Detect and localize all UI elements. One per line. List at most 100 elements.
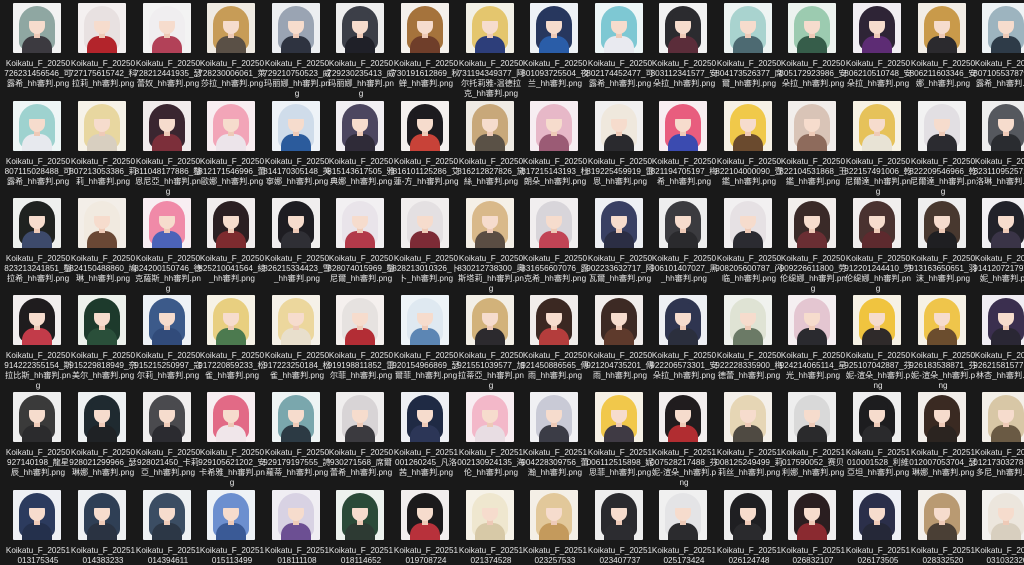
file-item[interactable]: Koikatu_F_20250929105621202_安卡希雅_hh審判.pn… (198, 392, 266, 488)
file-item[interactable]: Koikatu_F_20250928021450_卡莉亞_hh審判.png (134, 392, 202, 488)
file-item[interactable]: Koikatu_F_20250806210510748_安朵拉_hh審判.png (844, 3, 912, 99)
file-item[interactable]: Koikatu_F_20250926183538871_芬妮-渲朵_hh審判.p… (909, 295, 977, 391)
file-item[interactable]: Koikatu_F_20250909226611800_劳伦缇娜_hh審判.pn… (779, 198, 847, 294)
file-item[interactable]: Koikatu_F_20250821194705197_梅希_hh審判.png (650, 101, 718, 197)
file-item[interactable]: Koikatu_F_20251025173424 (650, 490, 718, 565)
file-item[interactable]: Koikatu_F_20251002130924135_海伦_hh審判.png (457, 392, 525, 488)
file-item[interactable]: Koikatu_F_20251026832107 (779, 490, 847, 565)
file-item[interactable]: Koikatu_F_20251012007053704_瑟琳娜_hh審判.png (909, 392, 977, 488)
file-item[interactable]: Koikatu_F_20251004228309756_蕾瀚_hh審判.png (521, 392, 589, 488)
file-item[interactable]: Koikatu_F_20250805172923986_安朵拉_hh審判.png (779, 3, 847, 99)
file-item[interactable]: Koikatu_F_20250807105537879_可露希_hh審判.png (973, 3, 1024, 99)
file-item[interactable]: Koikatu_F_20250807213053386_莉莉_hh審判.png (69, 101, 137, 197)
file-item[interactable]: Koikatu_F_20250915229818949_奈美尔_hh審判.png (69, 295, 137, 391)
file-item[interactable]: Koikatu_F_20250921551039577_加拉蒂亞_hh審判.pn… (457, 295, 525, 391)
file-item[interactable]: Koikatu_F_20250921450886565_傳雨_hh審判.png (521, 295, 589, 391)
file-item[interactable]: Koikatu_F_20250806211603346_安娜_hh審判.png (909, 3, 977, 99)
file-item[interactable]: Koikatu_F_20251028332520 (909, 490, 977, 565)
file-item[interactable]: Koikatu_F_20251010001528_利維亞坦_hh審判.png (844, 392, 912, 488)
file-item[interactable]: Koikatu_F_20250811048177886_鑿恩尼亞_hh審判.pn… (134, 101, 202, 197)
file-item[interactable]: Koikatu_F_20251015113499 (198, 490, 266, 565)
file-item[interactable]: Koikatu_F_20250922228335900_梅德蕾_hh審判.png (715, 295, 783, 391)
file-item[interactable]: Koikatu_F_20250727175615742_科拉莉_hh審判.png (69, 3, 137, 99)
file-item[interactable]: Koikatu_F_20250819225459919_雷恩_hh審判.png (586, 101, 654, 197)
file-item[interactable]: Koikatu_F_20251013175345 (4, 490, 72, 565)
file-item[interactable]: Koikatu_F_20250922206573301_安朵拉_hh審判.png (650, 295, 718, 391)
file-item[interactable]: Koikatu_F_20250826215334423_雪_hh審判.png (263, 198, 331, 294)
file-item[interactable]: Koikatu_F_20250921204735201_傳雨_hh審判.png (586, 295, 654, 391)
file-item[interactable]: Koikatu_F_20251026173505 (844, 490, 912, 565)
file-item[interactable]: Koikatu_F_20250731194349377_阿尔托莉雅-温德拉克_h… (457, 3, 525, 99)
file-item[interactable]: Koikatu_F_20250817215143193_杜朗朵_hh審判.png (521, 101, 589, 197)
file-item[interactable]: Koikatu_F_20250830212738300_奧斯塔莉_hh審判.pn… (457, 198, 525, 294)
file-item[interactable]: Koikatu_F_20250825210041564_綾_hh審判.png (198, 198, 266, 294)
file-item[interactable]: Koikatu_F_20250902233632717_阿瓦爾_hh審判.png (586, 198, 654, 294)
file-item[interactable]: Koikatu_F_20251031032320 (973, 490, 1024, 565)
file-item[interactable]: Koikatu_F_20251021374528 (457, 490, 525, 565)
file-name-label: Koikatu_F_20251018114652 (328, 546, 394, 565)
file-item[interactable]: Koikatu_F_20250812171546996_蕾歐娜_hh審判.png (198, 101, 266, 197)
file-item[interactable]: Koikatu_F_20251012173032783_曼多尼_hh審判.png (973, 392, 1024, 488)
file-name-label: Koikatu_F_20251014394611 (135, 546, 201, 565)
file-item[interactable]: Koikatu_F_20250823110952571_卡洛琳_hh審判.png (973, 101, 1024, 197)
file-item[interactable]: Koikatu_F_20250816101125286_艾蓮-方_hh審判.pn… (392, 101, 460, 197)
file-item[interactable]: Koikatu_F_20250729230235413_威玛丽娜_hh審判.pn… (327, 3, 395, 99)
file-item[interactable]: Koikatu_F_20251026124748 (715, 490, 783, 565)
file-item[interactable]: Koikatu_F_20250728212441935_瑟蕾奴_hh審判.png (134, 3, 202, 99)
file-item[interactable]: Koikatu_F_20250912201244410_劳伦缇娜_hh審判.pn… (844, 198, 912, 294)
file-item[interactable]: Koikatu_F_20250822104531868_王鑑_hh審判.png (779, 101, 847, 197)
file-item[interactable]: Koikatu_F_20250802174452477_可露希_hh審判.png (586, 3, 654, 99)
file-item[interactable]: Koikatu_F_20251007528217488_芬妮-渲朵_hh審判.p… (650, 392, 718, 488)
file-item[interactable]: Koikatu_F_20250824150488860_鳩琳_hh審判.png (69, 198, 137, 294)
file-item[interactable]: Koikatu_F_20250801093725504_夜兰_hh審判.png (521, 3, 589, 99)
file-item[interactable]: Koikatu_F_20251018111108 (263, 490, 331, 565)
file-item[interactable]: Koikatu_F_20250914120721797_佩妮_hh審判.png (973, 198, 1024, 294)
file-item[interactable]: Koikatu_F_20250919198811852_雷尔菲_hh審判.png (327, 295, 395, 391)
file-item[interactable]: Koikatu_F_20250828213010326_卜卜_hh審判.png (392, 198, 460, 294)
image-thumbnail (272, 198, 320, 248)
file-item[interactable]: Koikatu_F_20250823213241851_鑿拉希_hh審判.png (4, 198, 72, 294)
file-item[interactable]: Koikatu_F_20250729210750523_威玛丽娜_hh審判.pn… (263, 3, 331, 99)
file-item[interactable]: Koikatu_F_20250920154966869_瑟爾菲_hh審判.png (392, 295, 460, 391)
file-item[interactable]: Koikatu_F_20251001260245_凡洛茜_hh審判.png (392, 392, 460, 488)
file-item[interactable]: Koikatu_F_20250925107042887_芬妮-渲朵_hh審判.p… (844, 295, 912, 391)
file-item[interactable]: Koikatu_F_20250914222355154_斯拉比斯_hh審判.pn… (4, 295, 72, 391)
file-item[interactable]: Koikatu_F_20250822104000090_壹鑑_hh審判.png (715, 101, 783, 197)
file-item[interactable]: Koikatu_F_20251018114652 (327, 490, 395, 565)
file-item[interactable]: Koikatu_F_20251014394611 (134, 490, 202, 565)
file-item[interactable]: Koikatu_F_20250726231456546_可露希_hh審判.png (4, 3, 72, 99)
file-item[interactable]: Koikatu_F_20250906101407027_黑_hh審判.png (650, 198, 718, 294)
file-item[interactable]: Koikatu_F_20250814170305148_芙寧娜_hh審判.png (263, 101, 331, 197)
file-item[interactable]: Koikatu_F_20250913163650651_羽沫_hh審判.png (909, 198, 977, 294)
file-item[interactable]: Koikatu_F_20250917220859233_松雀_hh審判.png (198, 295, 266, 391)
file-item[interactable]: Koikatu_F_20250822157491006_乾尼爾達_hh審判.pn… (844, 101, 912, 197)
file-item[interactable]: Koikatu_F_20250926215815771_藤林杏_hh審判.png (973, 295, 1024, 391)
file-item[interactable]: Koikatu_F_20250728230006061_萊莎拉_hh審判.png (198, 3, 266, 99)
file-item[interactable]: Koikatu_F_20250816212827826_黛絲_hh審判.png (457, 101, 525, 197)
file-item[interactable]: Koikatu_F_20250803112341577_安朵拉_hh審判.png (650, 3, 718, 99)
file-item[interactable]: Koikatu_F_20250824200150746_德克薩斯_hh審判.pn… (134, 198, 202, 294)
file-item[interactable]: Koikatu_F_20251023407737 (586, 490, 654, 565)
file-item[interactable]: Koikatu_F_20250807115028488_可露希_hh審判.png (4, 101, 72, 197)
file-item[interactable]: Koikatu_F_20250927140198_龍星辰_hh審判.png (4, 392, 72, 488)
file-item[interactable]: Koikatu_F_20251019708724 (392, 490, 460, 565)
file-item[interactable]: Koikatu_F_20251017590052_赛贝利娜_hh審判.png (779, 392, 847, 488)
file-item[interactable]: Koikatu_F_20250804173526377_席爾_hh審判.png (715, 3, 783, 99)
file-item[interactable]: Koikatu_F_20250828074015969_鑿尼爾_hh審判.png (327, 198, 395, 294)
file-item[interactable]: Koikatu_F_20251023257533 (521, 490, 589, 565)
file-item[interactable]: Koikatu_F_20250930271568_席爾蕾希_hh審判.png (327, 392, 395, 488)
file-item[interactable]: Koikatu_F_20250917223250184_松雀_hh審判.png (263, 295, 331, 391)
file-item[interactable]: Koikatu_F_20250915215250997_寇尔莉_hh審判.png (134, 295, 202, 391)
file-item[interactable]: Koikatu_F_20250822209546966_乾尼爾達_hh審判.pn… (909, 101, 977, 197)
file-item[interactable]: Koikatu_F_20250928021299966_瑟琳娜_hh審判.png (69, 392, 137, 488)
file-item[interactable]: Koikatu_F_20250908205600787_闪临_hh審判.png (715, 198, 783, 294)
file-item[interactable]: Koikatu_F_20251006112515898_妮思菲_hh審判.png (586, 392, 654, 488)
file-item[interactable]: Koikatu_F_20250730191612869_秋蝉_hh審判.png (392, 3, 460, 99)
file-item[interactable]: Koikatu_F_20250831656607076_露克希_hh審判.png (521, 198, 589, 294)
file-item[interactable]: Koikatu_F_20250924214065114_星光_hh審判.png (779, 295, 847, 391)
file-item[interactable]: Koikatu_F_20250929179197555_詩蘿蒂_hh審判.png (263, 392, 331, 488)
file-item[interactable]: Koikatu_F_20251008125249499_莉莉丝_hh審判.png (715, 392, 783, 488)
file-item[interactable]: Koikatu_F_20251014383233 (69, 490, 137, 565)
file-item[interactable]: Koikatu_F_20250815143617505_雅典娜_hh審判.png (327, 101, 395, 197)
image-thumbnail (143, 101, 191, 151)
